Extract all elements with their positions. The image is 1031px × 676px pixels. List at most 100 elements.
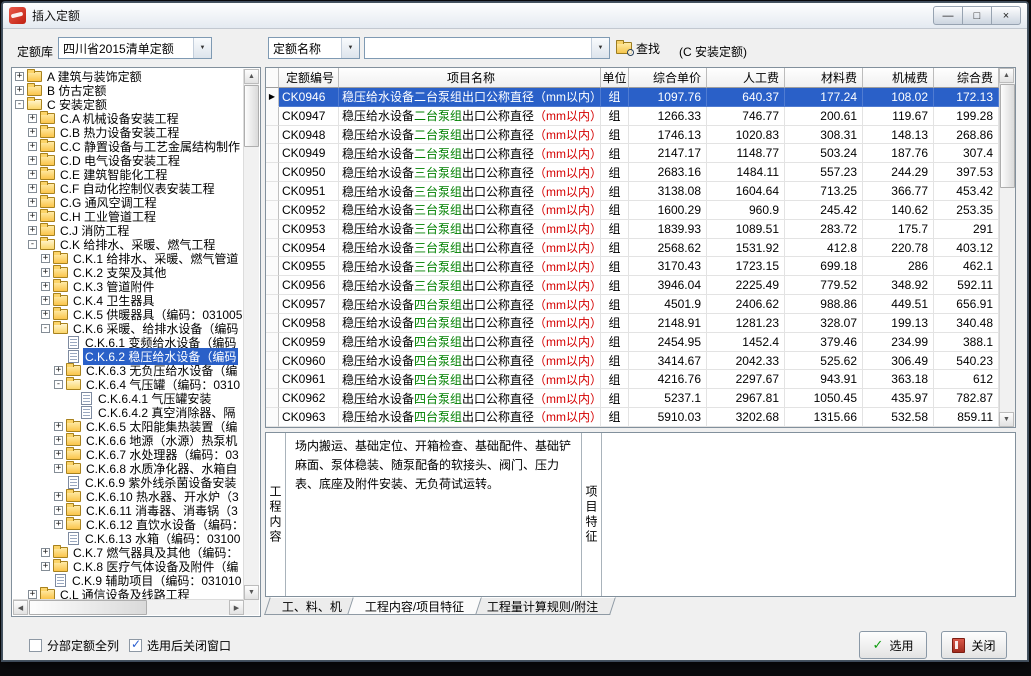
tree-hscroll-thumb[interactable] xyxy=(29,600,147,615)
expand-icon[interactable]: + xyxy=(15,71,24,81)
checkbox-box-close-after[interactable] xyxy=(129,637,142,652)
expand-icon[interactable]: + xyxy=(41,561,50,571)
expand-icon[interactable]: + xyxy=(54,449,63,459)
collapse-icon[interactable]: - xyxy=(54,379,63,389)
scroll-up-icon[interactable] xyxy=(244,69,259,84)
dialog-close-button[interactable]: 关闭 xyxy=(941,631,1007,659)
table-row[interactable]: CK0947 稳压给水设备 二台泵组 出口公称直径 （mm以内）组 1266.33 74… xyxy=(266,106,999,126)
table-row[interactable]: CK0951 稳压给水设备 三台泵组 出口公称直径 （mm以内）组 3138.08 16… xyxy=(266,182,999,201)
search-keyword-combo[interactable] xyxy=(364,37,610,59)
checkbox-full-list[interactable]: 分部定额全列 xyxy=(29,637,119,654)
expand-icon[interactable]: + xyxy=(54,491,63,501)
tab-3[interactable]: 工程量计算规则/附注 xyxy=(469,597,617,615)
collapse-icon[interactable]: - xyxy=(41,323,50,333)
table-row[interactable]: CK0956 稳压给水设备 三台泵组 出口公称直径 （mm以内）组 3946.04 22… xyxy=(266,276,999,296)
cell-machine-fee: 435.97 xyxy=(863,389,934,409)
cell-composite-price: 1746.13 xyxy=(629,125,707,145)
expand-icon[interactable]: + xyxy=(41,547,50,557)
expand-icon[interactable]: + xyxy=(54,505,63,515)
expand-icon[interactable]: + xyxy=(41,281,50,291)
table-row[interactable]: CK0954 稳压给水设备 三台泵组 出口公称直径 （mm以内）组 2568.62 15… xyxy=(266,238,999,258)
column-header[interactable]: 人工费 xyxy=(707,68,785,88)
project-feature-text xyxy=(602,433,1015,596)
table-row[interactable]: CK0961 稳压给水设备 四台泵组 出口公称直径 （mm以内）组 4216.76 22… xyxy=(266,370,999,390)
expand-icon[interactable]: + xyxy=(28,127,37,137)
name-mid: 出口公称直径 xyxy=(462,297,535,312)
table-vscroll-thumb[interactable] xyxy=(1000,84,1015,188)
expand-icon[interactable]: + xyxy=(54,421,63,431)
collapse-icon[interactable]: - xyxy=(15,99,24,109)
table-row[interactable]: CK0963 稳压给水设备 四台泵组 出口公称直径 （mm以内）组 5910.03 32… xyxy=(266,408,999,427)
cell-composite-fee: 268.86 xyxy=(934,125,999,145)
cell-composite-fee: 253.35 xyxy=(934,200,999,220)
table-vertical-scrollbar[interactable] xyxy=(999,68,1015,427)
minimize-button[interactable]: — xyxy=(933,6,963,25)
checkbox-box-full-list[interactable] xyxy=(29,639,42,652)
column-header[interactable]: 综合单价 xyxy=(629,68,707,88)
chevron-down-icon[interactable] xyxy=(341,38,359,58)
scroll-up-icon[interactable] xyxy=(999,68,1014,83)
table-row[interactable]: CK0948 稳压给水设备 二台泵组 出口公称直径 （mm以内）组 1746.13 10… xyxy=(266,125,999,145)
expand-icon[interactable]: + xyxy=(28,141,37,151)
tab-2[interactable]: 工程内容/项目特征 xyxy=(347,597,483,615)
search-field-combo[interactable]: 定额名称 xyxy=(268,37,360,59)
folder-icon xyxy=(66,419,81,432)
expand-icon[interactable]: + xyxy=(41,267,50,277)
table-row[interactable]: CK0958 稳压给水设备 四台泵组 出口公称直径 （mm以内）组 2148.91 12… xyxy=(266,313,999,333)
column-header[interactable]: 单位 xyxy=(601,68,629,88)
titlebar[interactable]: 插入定额 — □ × xyxy=(3,3,1027,29)
expand-icon[interactable]: + xyxy=(28,225,37,235)
table-row[interactable]: CK0953 稳压给水设备 三台泵组 出口公称直径 （mm以内）组 1839.93 10… xyxy=(266,219,999,239)
table-row[interactable]: CK0949 稳压给水设备 二台泵组 出口公称直径 （mm以内）组 2147.17 11… xyxy=(266,144,999,164)
table-row[interactable]: CK0959 稳压给水设备 四台泵组 出口公称直径 （mm以内）组 2454.95 14… xyxy=(266,332,999,352)
column-header[interactable]: 机械费 xyxy=(863,68,934,88)
column-header[interactable]: 综合费 xyxy=(934,68,999,88)
expand-icon[interactable]: + xyxy=(41,295,50,305)
expand-icon[interactable]: + xyxy=(41,309,50,319)
expand-icon[interactable]: + xyxy=(54,463,63,473)
name-prefix: 稳压给水设备 xyxy=(342,278,415,293)
tree-vscroll-thumb[interactable] xyxy=(244,85,259,147)
close-button[interactable]: × xyxy=(991,6,1021,25)
chevron-down-icon[interactable] xyxy=(193,38,211,58)
collapse-icon[interactable]: - xyxy=(28,239,37,249)
expand-icon[interactable]: + xyxy=(28,183,37,193)
table-row[interactable]: CK0960 稳压给水设备 四台泵组 出口公称直径 （mm以内）组 3414.67 20… xyxy=(266,351,999,371)
table-row[interactable]: CK0955 稳压给水设备 三台泵组 出口公称直径 （mm以内）组 3170.43 17… xyxy=(266,257,999,277)
column-header[interactable]: 项目名称 xyxy=(339,68,601,88)
table-row[interactable]: CK0952 稳压给水设备 三台泵组 出口公称直径 （mm以内）组 1600.29 96… xyxy=(266,200,999,220)
expand-icon[interactable]: + xyxy=(54,365,63,375)
scroll-down-icon[interactable] xyxy=(999,412,1014,427)
maximize-button[interactable]: □ xyxy=(962,6,992,25)
expand-icon[interactable]: + xyxy=(28,169,37,179)
table-row[interactable]: CK0950 稳压给水设备 三台泵组 出口公称直径 （mm以内）组 2683.16 14… xyxy=(266,163,999,183)
expand-icon[interactable]: + xyxy=(28,113,37,123)
find-button[interactable]: 查找 xyxy=(616,37,660,59)
table-row[interactable]: CK0962 稳压给水设备 四台泵组 出口公称直径 （mm以内）组 5237.1 296… xyxy=(266,389,999,409)
expand-icon[interactable]: + xyxy=(54,519,63,529)
tree-horizontal-scrollbar[interactable] xyxy=(13,599,244,615)
chevron-down-icon[interactable] xyxy=(591,38,609,58)
expand-icon[interactable]: + xyxy=(41,253,50,263)
document-icon xyxy=(68,475,79,489)
expand-icon[interactable]: + xyxy=(28,589,37,599)
column-header[interactable]: 材料费 xyxy=(785,68,863,88)
folder-icon xyxy=(40,167,55,180)
scroll-right-icon[interactable] xyxy=(229,600,244,615)
table-row[interactable]: CK0957 稳压给水设备 四台泵组 出口公称直径 （mm以内）组 4501.9 240… xyxy=(266,295,999,314)
scroll-down-icon[interactable] xyxy=(244,585,259,600)
expand-icon[interactable]: + xyxy=(54,435,63,445)
expand-icon[interactable]: + xyxy=(28,197,37,207)
tab-1[interactable]: 工、料、机 xyxy=(264,597,360,615)
checkbox-close-after[interactable]: 选用后关闭窗口 xyxy=(129,637,231,654)
expand-icon[interactable]: + xyxy=(15,85,24,95)
expand-icon[interactable]: + xyxy=(28,211,37,221)
column-header[interactable]: 定额编号 xyxy=(279,68,339,88)
expand-icon[interactable]: + xyxy=(28,155,37,165)
quota-grid: 定额编号 项目名称 单位 综合单价 人工费 材料费 机械费 综合费 ▶ CK0946 稳压给水设备… xyxy=(266,68,999,427)
tree-vertical-scrollbar[interactable] xyxy=(243,69,259,600)
table-row[interactable]: ▶ CK0946 稳压给水设备 二台泵组 出口公称直径 （mm以内）组 1097.76 6… xyxy=(266,88,999,107)
select-button[interactable]: 选用 xyxy=(859,631,927,659)
scroll-left-icon[interactable] xyxy=(13,600,28,615)
library-combo[interactable]: 四川省2015清单定额 xyxy=(58,37,212,59)
